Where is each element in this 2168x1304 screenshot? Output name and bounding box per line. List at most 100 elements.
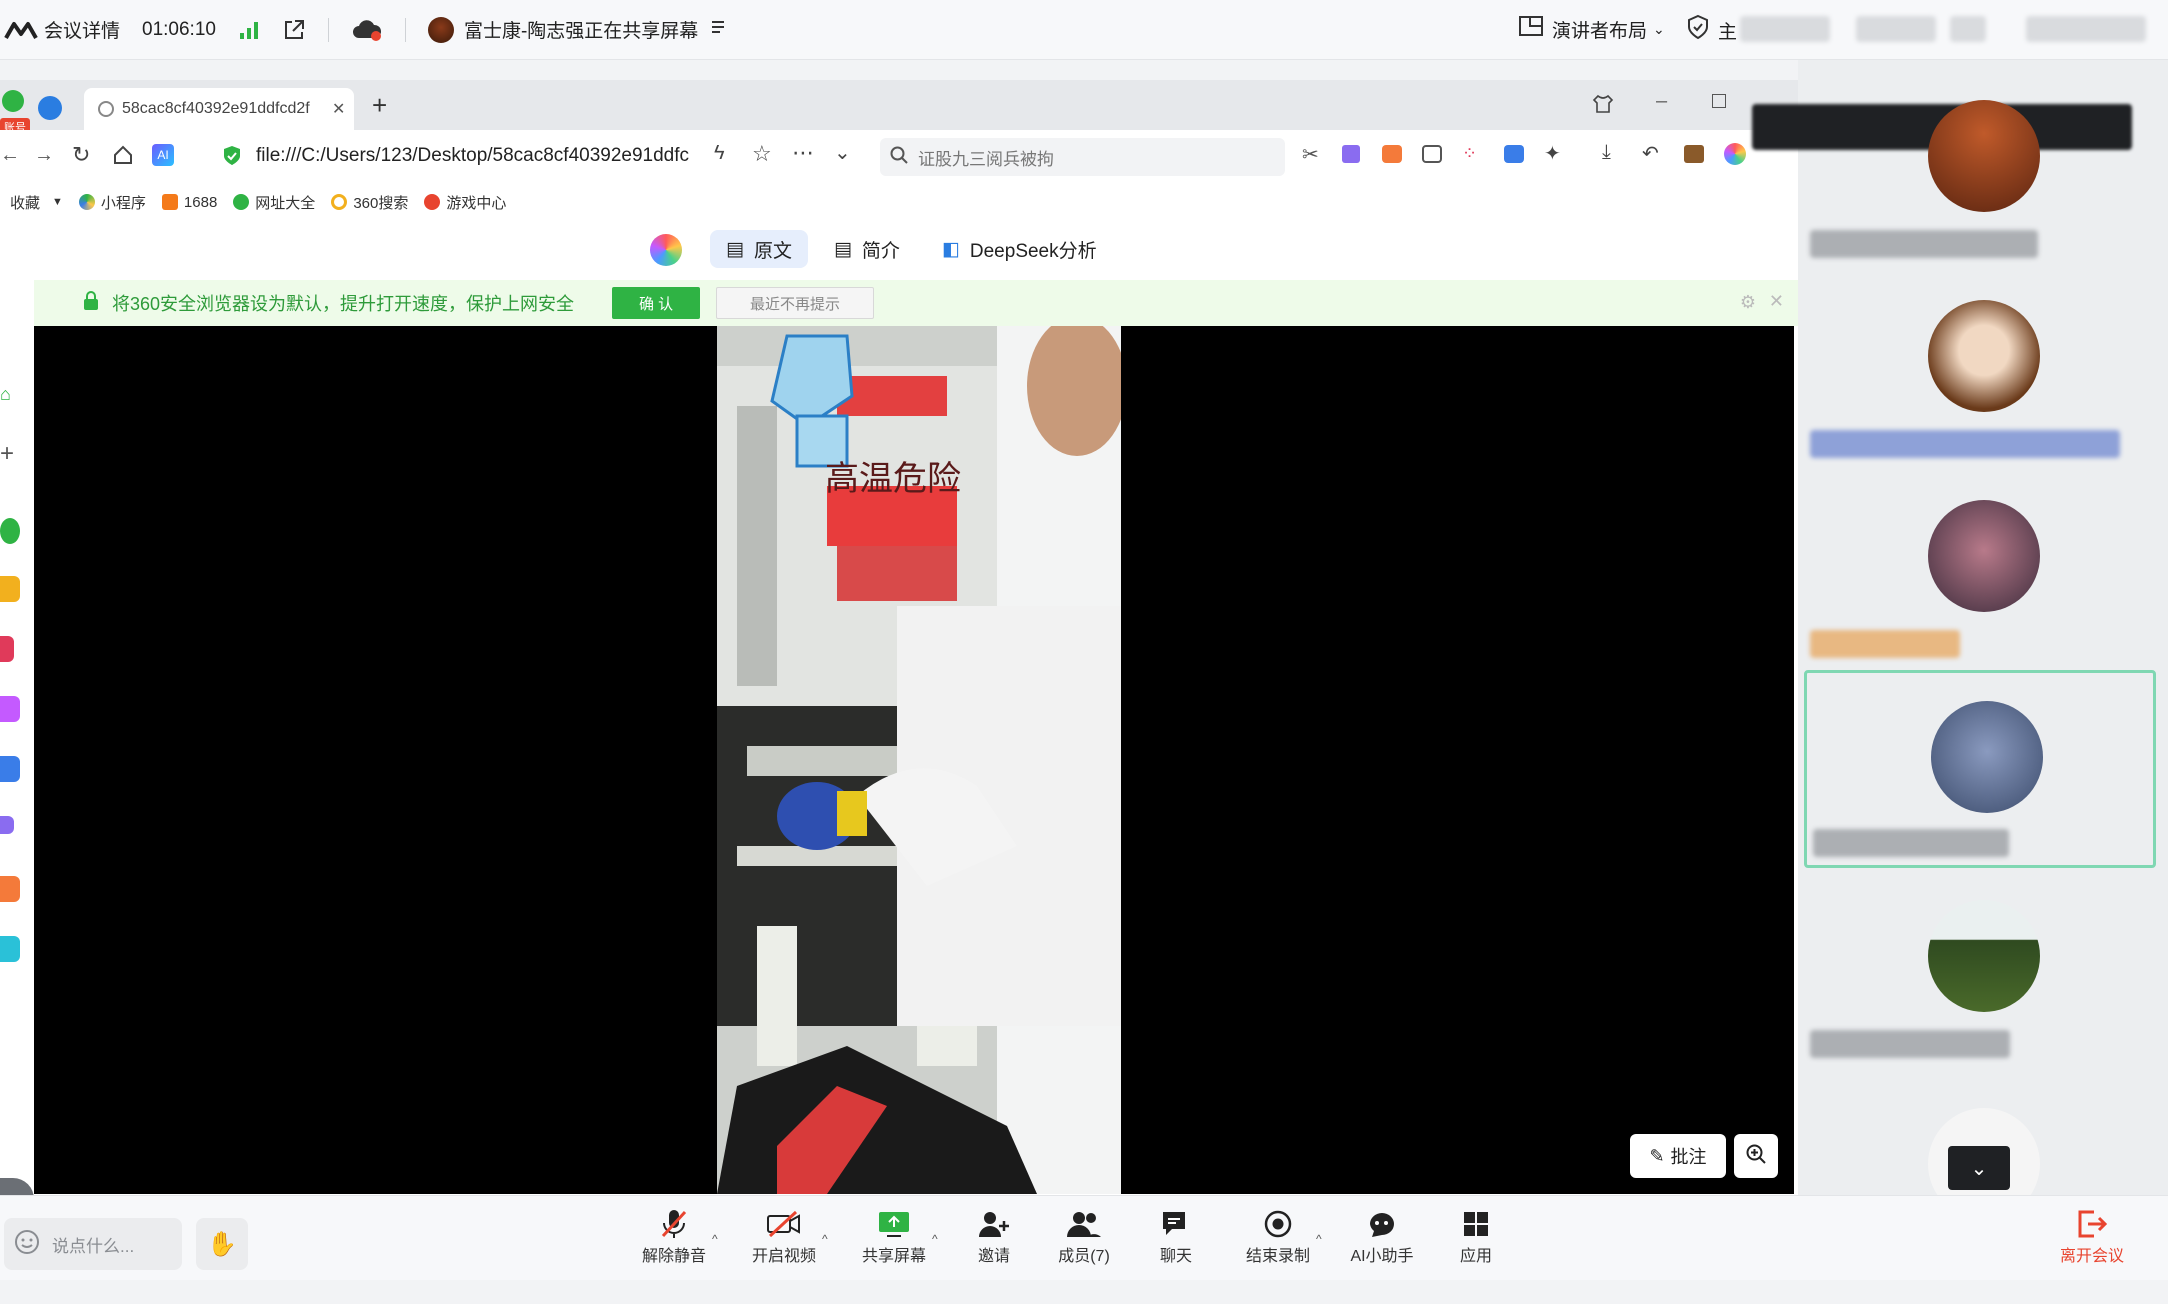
bookmark-item[interactable]: 1688 xyxy=(161,194,217,211)
participant-tile[interactable] xyxy=(1804,100,2156,296)
zoom-in-button[interactable] xyxy=(1734,1134,1778,1178)
meeting-details-button[interactable]: 会议详情 xyxy=(4,16,120,43)
dots-extension-icon[interactable]: ⁘ xyxy=(1462,143,1477,164)
menu-icon[interactable] xyxy=(710,19,726,41)
bookmark-favorites[interactable]: 收藏 ▼ xyxy=(10,192,63,213)
reader-toolbar: ▤ 原文 ▤ 简介 ◧ DeepSeek分析 xyxy=(0,220,1798,278)
bookmark-item[interactable]: 小程序 xyxy=(78,192,146,213)
apps-button[interactable]: 应用 xyxy=(1436,1206,1516,1266)
star-app-icon[interactable] xyxy=(0,576,20,602)
translate-extension-icon[interactable] xyxy=(1504,145,1524,163)
exit-icon xyxy=(2076,1206,2108,1242)
popout-icon[interactable] xyxy=(282,18,306,42)
participant-name-blurred xyxy=(1810,230,2038,258)
scissors-icon[interactable]: ✂ xyxy=(1302,142,1319,167)
home-icon[interactable]: ⌂ xyxy=(0,384,11,405)
chevron-up-icon[interactable]: ^ xyxy=(712,1232,718,1246)
briefcase-icon[interactable] xyxy=(1684,145,1704,163)
annotate-button[interactable]: ✎ 批注 xyxy=(1630,1134,1726,1178)
participant-tile[interactable] xyxy=(1804,900,2156,1096)
close-icon[interactable]: ✕ xyxy=(1769,291,1784,312)
document-icon: ▤ xyxy=(726,238,744,260)
ai-icon[interactable]: AI xyxy=(152,144,174,166)
window-controls[interactable] xyxy=(2026,16,2146,42)
start-video-button[interactable]: 开启视频 xyxy=(744,1206,824,1266)
forward-icon[interactable]: → xyxy=(34,144,54,167)
participant-tile[interactable] xyxy=(1804,300,2156,496)
chat-app-icon[interactable] xyxy=(0,816,14,834)
search-input[interactable]: 证股九三阅兵被拘 xyxy=(880,138,1285,176)
tab-summary[interactable]: ▤ 简介 xyxy=(818,230,916,268)
members-button[interactable]: 成员(7) xyxy=(1044,1206,1124,1266)
chevron-up-icon[interactable]: ^ xyxy=(932,1232,938,1246)
ai-logo-icon[interactable] xyxy=(650,234,682,266)
extension-icon[interactable] xyxy=(1342,145,1360,163)
tab-original[interactable]: ▤ 原文 xyxy=(710,230,808,268)
ai-assistant-button[interactable]: AI小助手 xyxy=(1342,1206,1422,1266)
translate-app-icon[interactable] xyxy=(0,936,20,962)
chevron-up-icon[interactable]: ^ xyxy=(1316,1232,1322,1246)
account-avatar-icon[interactable] xyxy=(1724,143,1746,165)
notice-text: 将360安全浏览器设为默认，提升打开速度，保护上网安全 xyxy=(112,294,575,314)
ai-app-icon[interactable] xyxy=(0,696,20,722)
close-tab-icon[interactable]: ✕ xyxy=(332,99,345,119)
share-screen-button[interactable]: 共享屏幕 xyxy=(854,1206,934,1266)
sidebar-app-icon[interactable] xyxy=(0,518,20,544)
reader-extension-icon[interactable] xyxy=(1422,145,1442,163)
participant-tile-active-speaker[interactable] xyxy=(1804,670,2156,868)
sharer-indicator[interactable]: 富士康-陶志强正在共享屏幕 xyxy=(427,16,726,43)
shield-icon xyxy=(1686,14,1710,46)
invite-button[interactable]: 邀请 xyxy=(954,1206,1034,1266)
minimize-icon[interactable]: – xyxy=(1656,90,1667,113)
secure-shield-icon xyxy=(222,145,242,172)
reload-icon[interactable]: ↻ xyxy=(72,142,90,168)
layout-button[interactable]: 演讲者布局 ⌄ xyxy=(1518,14,1665,44)
home-icon[interactable] xyxy=(112,144,134,171)
pen-icon: ✎ xyxy=(1649,1145,1665,1166)
host-security-button[interactable]: 主 xyxy=(1686,14,1737,46)
cloud-record-icon[interactable] xyxy=(351,18,383,42)
bookmark-item[interactable]: 游戏中心 xyxy=(424,192,506,213)
maximize-icon[interactable] xyxy=(1712,94,1726,108)
game-app-icon[interactable] xyxy=(0,876,20,902)
send-icon[interactable] xyxy=(38,96,62,120)
url-field[interactable]: file:///C:/Users/123/Desktop/58cac8cf403… xyxy=(256,145,689,167)
puzzle-icon[interactable]: ✦ xyxy=(1544,141,1561,166)
factory-video[interactable]: 高温危险 xyxy=(717,326,1121,1194)
bookmark-item[interactable]: 网址大全 xyxy=(233,192,315,213)
undo-icon[interactable]: ↶ xyxy=(1642,141,1659,166)
participant-name-blurred xyxy=(1813,829,2009,857)
sharer-avatar xyxy=(427,16,454,43)
settings-icon[interactable]: ⚙ xyxy=(1740,292,1756,313)
participant-tile[interactable] xyxy=(1804,500,2156,696)
add-icon[interactable]: + xyxy=(0,440,14,468)
chevron-up-icon[interactable]: ^ xyxy=(822,1232,828,1246)
app-logo-icon xyxy=(2,90,24,112)
game-extension-icon[interactable] xyxy=(1382,145,1402,163)
browser-tab[interactable]: 58cac8cf40392e91ddfcd2f ✕ xyxy=(84,88,354,130)
dismiss-button[interactable]: 最近不再提示 xyxy=(716,287,875,319)
confirm-button[interactable]: 确 认 xyxy=(612,287,701,319)
raise-hand-button[interactable]: ✋ xyxy=(196,1218,248,1270)
leave-meeting-button[interactable]: 离开会议 xyxy=(2052,1206,2132,1266)
back-icon[interactable]: ← xyxy=(0,144,20,167)
chat-input[interactable]: 说点什么... xyxy=(4,1218,182,1270)
lightning-icon[interactable]: ϟ xyxy=(714,142,725,165)
download-icon[interactable]: ⤓ xyxy=(1602,141,1611,164)
new-tab-icon[interactable]: + xyxy=(372,90,387,121)
chevron-down-icon[interactable]: ⌄ xyxy=(834,140,851,165)
star-icon[interactable]: ☆ xyxy=(752,141,772,167)
unmute-button[interactable]: 解除静音 xyxy=(634,1206,714,1266)
scroll-down-button[interactable]: ⌄ xyxy=(1948,1146,2010,1190)
chat-button[interactable]: 聊天 xyxy=(1136,1206,1216,1266)
tool-label: 开启视频 xyxy=(751,1248,816,1265)
tab-deepseek[interactable]: ◧ DeepSeek分析 xyxy=(926,230,1113,268)
end-recording-button[interactable]: 结束录制 xyxy=(1238,1206,1318,1266)
search-placeholder: 证股九三阅兵被拘 xyxy=(918,149,1054,169)
more-icon[interactable]: ⋯ xyxy=(792,140,814,166)
meeting-logo-icon xyxy=(4,20,38,40)
dots-app-icon[interactable] xyxy=(0,636,14,662)
shirt-icon[interactable] xyxy=(1592,94,1614,119)
ai-writer-app-icon[interactable] xyxy=(0,756,20,782)
bookmark-item[interactable]: 360搜索 xyxy=(331,192,408,213)
